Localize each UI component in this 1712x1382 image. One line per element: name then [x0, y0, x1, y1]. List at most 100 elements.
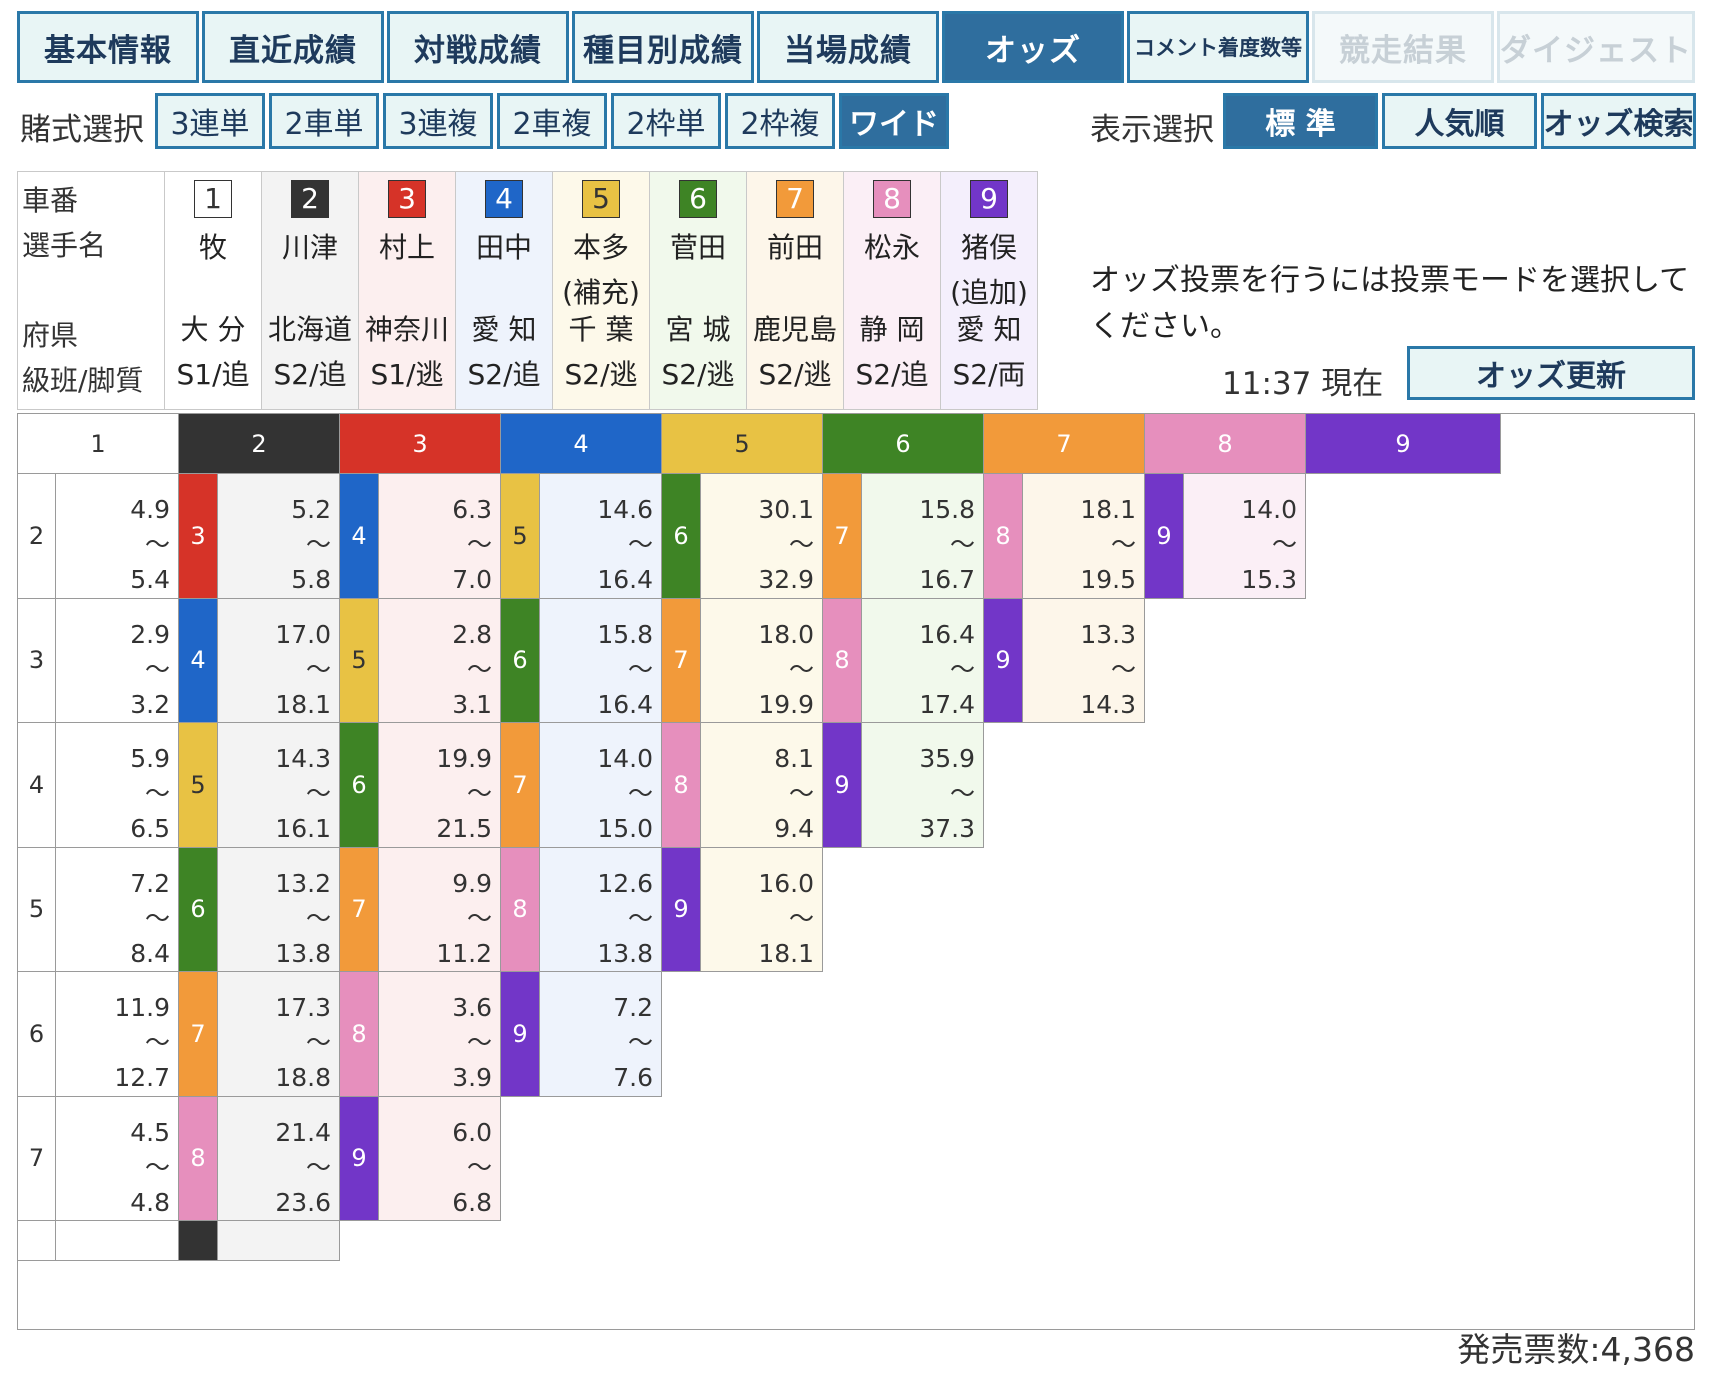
- odds-range-tilde: 〜: [627, 530, 653, 559]
- odds-low: 5.2: [291, 495, 331, 524]
- odds-cell[interactable]: 9 13.3 〜 14.3: [984, 598, 1145, 723]
- odds-cell[interactable]: 11.9 〜 12.7: [56, 972, 179, 1097]
- odds-cell[interactable]: 6 13.2 〜 13.8: [179, 847, 340, 972]
- odds-column-header: 9: [1306, 414, 1501, 474]
- odds-cell[interactable]: 6 30.1 〜 32.9: [662, 474, 823, 599]
- odds-low: 2.8: [452, 619, 492, 649]
- odds-cell[interactable]: 5 2.8 〜 3.1: [340, 598, 501, 723]
- partner-car-number: 9: [501, 972, 539, 1096]
- odds-range-tilde: 〜: [144, 779, 170, 808]
- odds-column-header: 3: [340, 414, 501, 474]
- tab-6[interactable]: オッズ: [942, 11, 1124, 83]
- display-mode-button[interactable]: オッズ検索: [1541, 93, 1696, 149]
- bet-type-button[interactable]: ワイド: [839, 93, 949, 149]
- odds-low: 14.0: [1241, 495, 1297, 524]
- odds-low: 7.2: [613, 993, 653, 1022]
- odds-low: 18.0: [758, 619, 814, 649]
- odds-range-tilde: 〜: [466, 654, 492, 684]
- odds-cell[interactable]: 6 19.9 〜 21.5: [340, 723, 501, 848]
- partner-car-number: 8: [501, 847, 539, 971]
- odds-cell[interactable]: 4.9 〜 5.4: [56, 474, 179, 599]
- odds-cell[interactable]: 8 16.4 〜 17.4: [823, 598, 984, 723]
- odds-cell[interactable]: [56, 1221, 179, 1261]
- odds-cell[interactable]: [179, 1221, 340, 1261]
- car-number-badge: 6: [679, 180, 717, 218]
- tab-7[interactable]: コメント着度数等: [1127, 11, 1309, 83]
- odds-cell[interactable]: 2.9 〜 3.2: [56, 598, 179, 723]
- odds-low: 18.1: [1080, 495, 1136, 524]
- odds-high: 16.1: [275, 814, 331, 843]
- racer-column: 4 田中愛 知 S2/追: [455, 171, 553, 410]
- odds-range-tilde: 〜: [305, 654, 331, 684]
- odds-cell[interactable]: 4 17.0 〜 18.1: [179, 598, 340, 723]
- odds-cell[interactable]: 7 14.0 〜 15.0: [501, 723, 662, 848]
- odds-range-tilde: 〜: [949, 530, 975, 559]
- odds-cell[interactable]: 3 5.2 〜 5.8: [179, 474, 340, 599]
- bet-type-button[interactable]: 2車単: [269, 93, 379, 149]
- odds-high: 12.7: [114, 1063, 170, 1092]
- odds-range-tilde: 〜: [788, 654, 814, 684]
- tab-1[interactable]: 基本情報: [17, 11, 199, 83]
- odds-cell[interactable]: 8 8.1 〜 9.4: [662, 723, 823, 848]
- odds-range-tilde: 〜: [305, 1152, 331, 1182]
- odds-cell[interactable]: 9 7.2 〜 7.6: [501, 972, 662, 1097]
- odds-cell[interactable]: 9 6.0 〜 6.8: [340, 1096, 501, 1221]
- odds-cell[interactable]: 9 16.0 〜 18.1: [662, 847, 823, 972]
- odds-range-tilde: 〜: [305, 530, 331, 559]
- odds-cell[interactable]: 4 6.3 〜 7.0: [340, 474, 501, 599]
- car-number-badge: 5: [582, 180, 620, 218]
- odds-high: 14.3: [1080, 689, 1136, 719]
- bet-type-button[interactable]: 3連単: [155, 93, 265, 149]
- bet-type-button[interactable]: 3連複: [383, 93, 493, 149]
- partner-car-number: 4: [340, 474, 378, 598]
- odds-update-button[interactable]: オッズ更新: [1407, 346, 1695, 400]
- odds-cell[interactable]: 7 17.3 〜 18.8: [179, 972, 340, 1097]
- tab-4[interactable]: 種目別成績: [572, 11, 754, 83]
- display-mode-selector: 標 準人気順 オッズ検索: [1223, 93, 1696, 149]
- odds-cell[interactable]: 8 21.4 〜 23.6: [179, 1096, 340, 1221]
- partner-car-number: 8: [662, 723, 700, 847]
- odds-cell[interactable]: 8 18.1 〜 19.5: [984, 474, 1145, 599]
- odds-low: 4.9: [130, 495, 170, 524]
- bet-type-button[interactable]: 2枠単: [611, 93, 721, 149]
- bet-type-button[interactable]: 2車複: [497, 93, 607, 149]
- display-mode-button[interactable]: 人気順: [1382, 93, 1537, 149]
- odds-row-label: 7: [18, 1096, 56, 1221]
- display-mode-button[interactable]: 標 準: [1223, 93, 1378, 149]
- tab-3[interactable]: 対戦成績: [387, 11, 569, 83]
- odds-cell[interactable]: 5 14.6 〜 16.4: [501, 474, 662, 599]
- odds-range-tilde: 〜: [949, 654, 975, 684]
- partner-car-number: 3: [179, 474, 217, 598]
- odds-low: 6.3: [452, 495, 492, 524]
- odds-cell[interactable]: 4.5 〜 4.8: [56, 1096, 179, 1221]
- odds-low: 15.8: [919, 495, 975, 524]
- odds-low: 30.1: [758, 495, 814, 524]
- racer-name: 牧: [198, 231, 227, 264]
- odds-cell[interactable]: 7.2 〜 8.4: [56, 847, 179, 972]
- odds-cell[interactable]: 7 9.9 〜 11.2: [340, 847, 501, 972]
- odds-range-tilde: 〜: [144, 654, 170, 684]
- odds-timestamp: 11:37 現在: [1222, 366, 1384, 402]
- tab-5[interactable]: 当場成績: [757, 11, 939, 83]
- odds-range-tilde: 〜: [627, 779, 653, 808]
- tab-2[interactable]: 直近成績: [202, 11, 384, 83]
- odds-range-tilde: 〜: [788, 530, 814, 559]
- odds-high: 7.6: [613, 1063, 653, 1092]
- odds-cell[interactable]: 7 15.8 〜 16.7: [823, 474, 984, 599]
- partner-car-number: 9: [984, 598, 1022, 722]
- odds-cell[interactable]: 8 12.6 〜 13.8: [501, 847, 662, 972]
- odds-cell[interactable]: 7 18.0 〜 19.9: [662, 598, 823, 723]
- partner-car-number: 8: [984, 474, 1022, 598]
- odds-high: 3.1: [452, 689, 492, 719]
- odds-cell[interactable]: 5 14.3 〜 16.1: [179, 723, 340, 848]
- bet-type-button[interactable]: 2枠複: [725, 93, 835, 149]
- odds-high: 5.4: [130, 565, 170, 594]
- odds-cell[interactable]: 8 3.6 〜 3.9: [340, 972, 501, 1097]
- racer-column: 8 松永静 岡 S2/追: [843, 171, 941, 410]
- odds-cell[interactable]: 6 15.8 〜 16.4: [501, 598, 662, 723]
- odds-cell[interactable]: 9 35.9 〜 37.3: [823, 723, 984, 848]
- odds-range-tilde: 〜: [305, 1028, 331, 1057]
- odds-cell[interactable]: 9 14.0 〜 15.3: [1145, 474, 1306, 599]
- partner-car-number: 5: [340, 598, 378, 722]
- odds-cell[interactable]: 5.9 〜 6.5: [56, 723, 179, 848]
